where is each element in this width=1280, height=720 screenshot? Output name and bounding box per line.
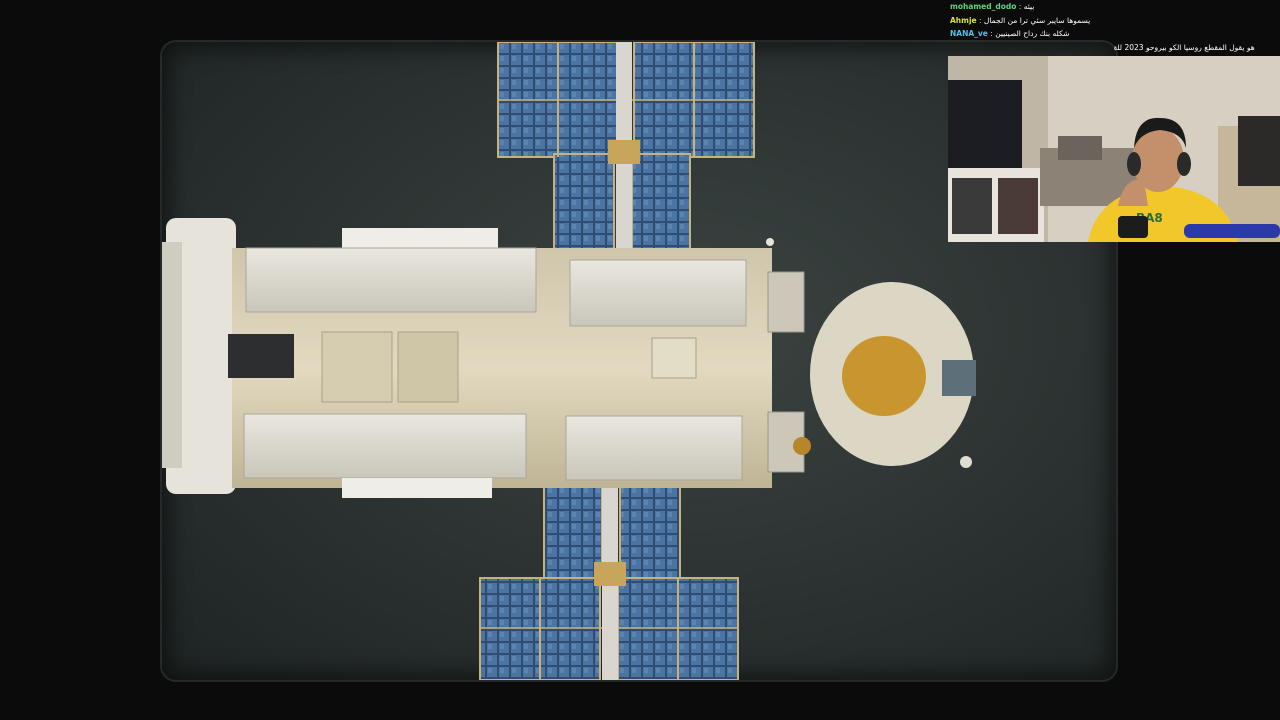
webcam-feed: BA8	[948, 56, 1280, 242]
chat-username: mohamed_dodo	[950, 2, 1017, 11]
solar-array-top	[497, 42, 755, 258]
chat-username: NANA_ve	[950, 29, 988, 39]
solar-array-bottom	[479, 478, 739, 680]
chat-message: NANA_ve : شكله بنك رداح الصينيين	[950, 27, 1280, 41]
chat-message: Ahmje : يسموها سايبر سئي ترا من الجمال	[950, 14, 1280, 28]
streamer-webcam: BA8	[948, 56, 1280, 242]
chat-username: Ahmje	[950, 15, 977, 25]
mic-arm	[1184, 224, 1280, 238]
chat-separator: :	[1016, 2, 1024, 11]
headphones	[1127, 152, 1141, 176]
tv-screen	[948, 80, 1022, 172]
chat-text: بيئه	[1023, 2, 1035, 11]
chat-separator: :	[976, 15, 984, 25]
microphone	[1118, 216, 1148, 238]
chat-text: شكله بنك رداح الصينيين	[995, 29, 1070, 39]
station-module	[162, 218, 976, 498]
chat-text: يسموها سايبر سئي ترا من الجمال	[983, 15, 1091, 25]
chat-message: mohamed_dodo : بيئه	[950, 0, 1280, 14]
